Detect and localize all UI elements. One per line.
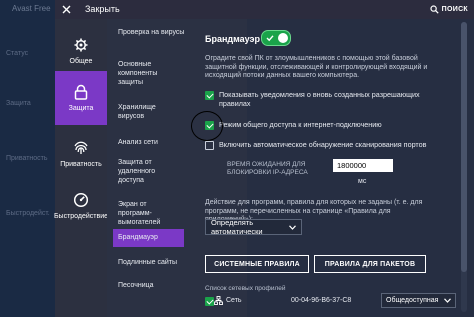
option-notifications[interactable]: Показывать уведомления о вновь созданных…: [205, 90, 445, 108]
background-app-title: Avast Free: [12, 4, 51, 13]
gear-icon: [74, 38, 88, 52]
system-rules-button[interactable]: СИСТЕМНЫЕ ПРАВИЛА: [205, 255, 309, 273]
category-privacy[interactable]: Приватность: [55, 127, 107, 181]
category-sidebar: Общее Защита Приватность Быстродействие: [53, 19, 109, 317]
packet-rules-button[interactable]: ПРАВИЛА ДЛЯ ПАКЕТОВ: [314, 255, 426, 273]
wait-time-label: ВРЕМЯ ОЖИДАНИЯ ДЛЯ БЛОКИРОВКИ IP-АДРЕСА: [227, 161, 308, 176]
search-icon: [430, 5, 439, 14]
subsection-firewall[interactable]: Брандмауэр: [113, 229, 184, 247]
settings-header: Закрыть ПОИСК: [55, 0, 474, 19]
search-button[interactable]: ПОИСК: [430, 3, 468, 16]
subsection-ransomware-shield[interactable]: Экран от программ-вымогателей: [118, 200, 182, 227]
action-select[interactable]: Определять автоматически: [205, 218, 302, 236]
profile-mac: 00-04-96-B6-37-C8: [291, 297, 352, 304]
chevron-down-icon: [444, 298, 451, 303]
search-label: ПОИСК: [441, 6, 468, 13]
profile-checkbox[interactable]: [205, 297, 214, 306]
firewall-toggle[interactable]: [261, 30, 291, 46]
action-select-value: Определять автоматически: [211, 218, 263, 236]
background-item-performance: Быстродейст.: [6, 210, 50, 217]
close-label: Закрыть: [85, 4, 120, 14]
background-sidebar: Avast Free Статус Защита Приватность Быс…: [0, 0, 58, 317]
toggle-knob: [278, 33, 288, 43]
option-ics-mode-label: Режим общего доступа к интернет-подключе…: [219, 120, 382, 129]
background-item-privacy: Приватность: [6, 155, 48, 162]
wait-time-input[interactable]: [333, 159, 393, 172]
category-privacy-label: Приватность: [60, 161, 102, 168]
profile-type-value: Общедоступная: [386, 297, 439, 304]
wait-time-unit: мс: [358, 178, 367, 185]
close-icon: [62, 5, 70, 14]
speedometer-icon: [73, 192, 89, 208]
option-notifications-checkbox[interactable]: [205, 91, 214, 100]
profile-name: Сеть: [226, 297, 242, 304]
option-notifications-label: Показывать уведомления о вновь созданных…: [219, 90, 420, 108]
option-port-scan-label: Включить автоматическое обнаружение скан…: [219, 140, 427, 149]
subsection-virus-chest[interactable]: Хранилище вирусов: [118, 103, 182, 121]
category-performance[interactable]: Быстродействие: [53, 179, 109, 233]
option-ics-mode-checkbox[interactable]: [205, 121, 214, 130]
category-protection-label: Защита: [68, 105, 94, 112]
profile-type-select[interactable]: Общедоступная: [381, 293, 456, 308]
lock-icon: [74, 84, 88, 100]
background-item-protection: Защита: [6, 100, 31, 107]
category-general[interactable]: Общее: [55, 24, 107, 78]
close-button[interactable]: [55, 0, 77, 19]
category-general-label: Общее: [69, 58, 93, 65]
background-item-status: Статус: [6, 50, 29, 57]
scrollbar-thumb[interactable]: [461, 22, 467, 272]
category-performance-label: Быстродействие: [53, 213, 109, 220]
subsection-core-shields[interactable]: Основные компоненты защиты: [118, 60, 182, 87]
firewall-description: Оградите свой ПК от злоумышленников с по…: [205, 55, 428, 79]
profiles-label: Список сетевых профилей: [205, 285, 286, 292]
option-port-scan[interactable]: Включить автоматическое обнаружение скан…: [205, 140, 450, 150]
fingerprint-icon: [74, 141, 88, 154]
option-port-scan-checkbox[interactable]: [205, 141, 214, 150]
option-ics-mode[interactable]: Режим общего доступа к интернет-подключе…: [205, 120, 445, 130]
category-protection[interactable]: Защита: [55, 71, 107, 125]
firewall-title: Брандмауэр: [205, 34, 261, 44]
app-window: Avast Free Статус Защита Приватность Быс…: [0, 0, 474, 317]
chevron-down-icon: [289, 224, 296, 230]
subsection-firewall-label: Брандмауэр: [118, 234, 158, 241]
check-icon: [266, 35, 274, 42]
subsection-remote-access-shield[interactable]: Защита от удаленного доступа: [118, 158, 182, 185]
network-icon: [214, 296, 223, 305]
